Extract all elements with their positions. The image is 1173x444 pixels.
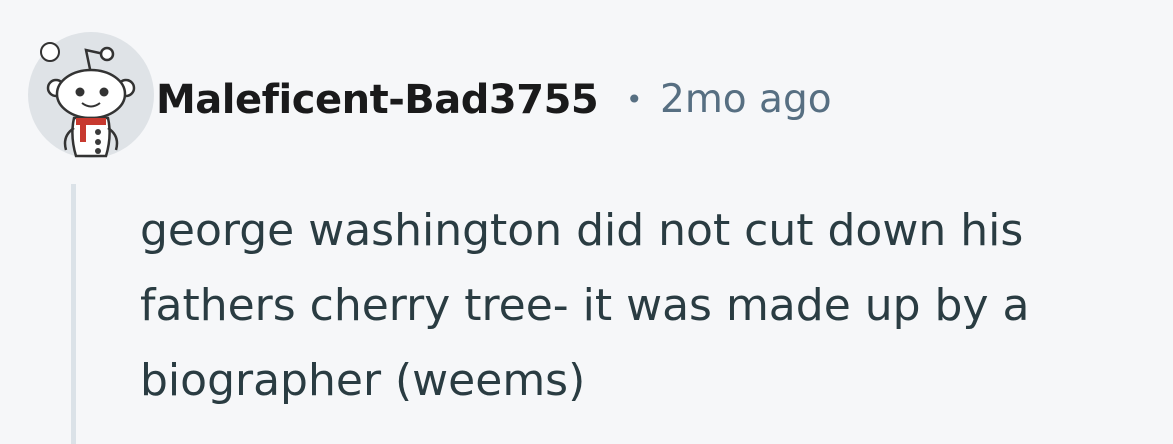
thread-line[interactable] (71, 184, 76, 444)
comment: Maleficent-Bad3755 • 2mo ago george wash… (0, 0, 1173, 444)
author-username[interactable]: Maleficent-Bad3755 (156, 72, 599, 128)
avatar[interactable] (28, 32, 154, 158)
comment-timestamp[interactable]: 2mo ago (660, 72, 832, 128)
comment-body: george washington did not cut down his f… (140, 205, 1030, 406)
snoo-avatar-icon (40, 42, 136, 158)
meta-separator: • (626, 83, 643, 116)
